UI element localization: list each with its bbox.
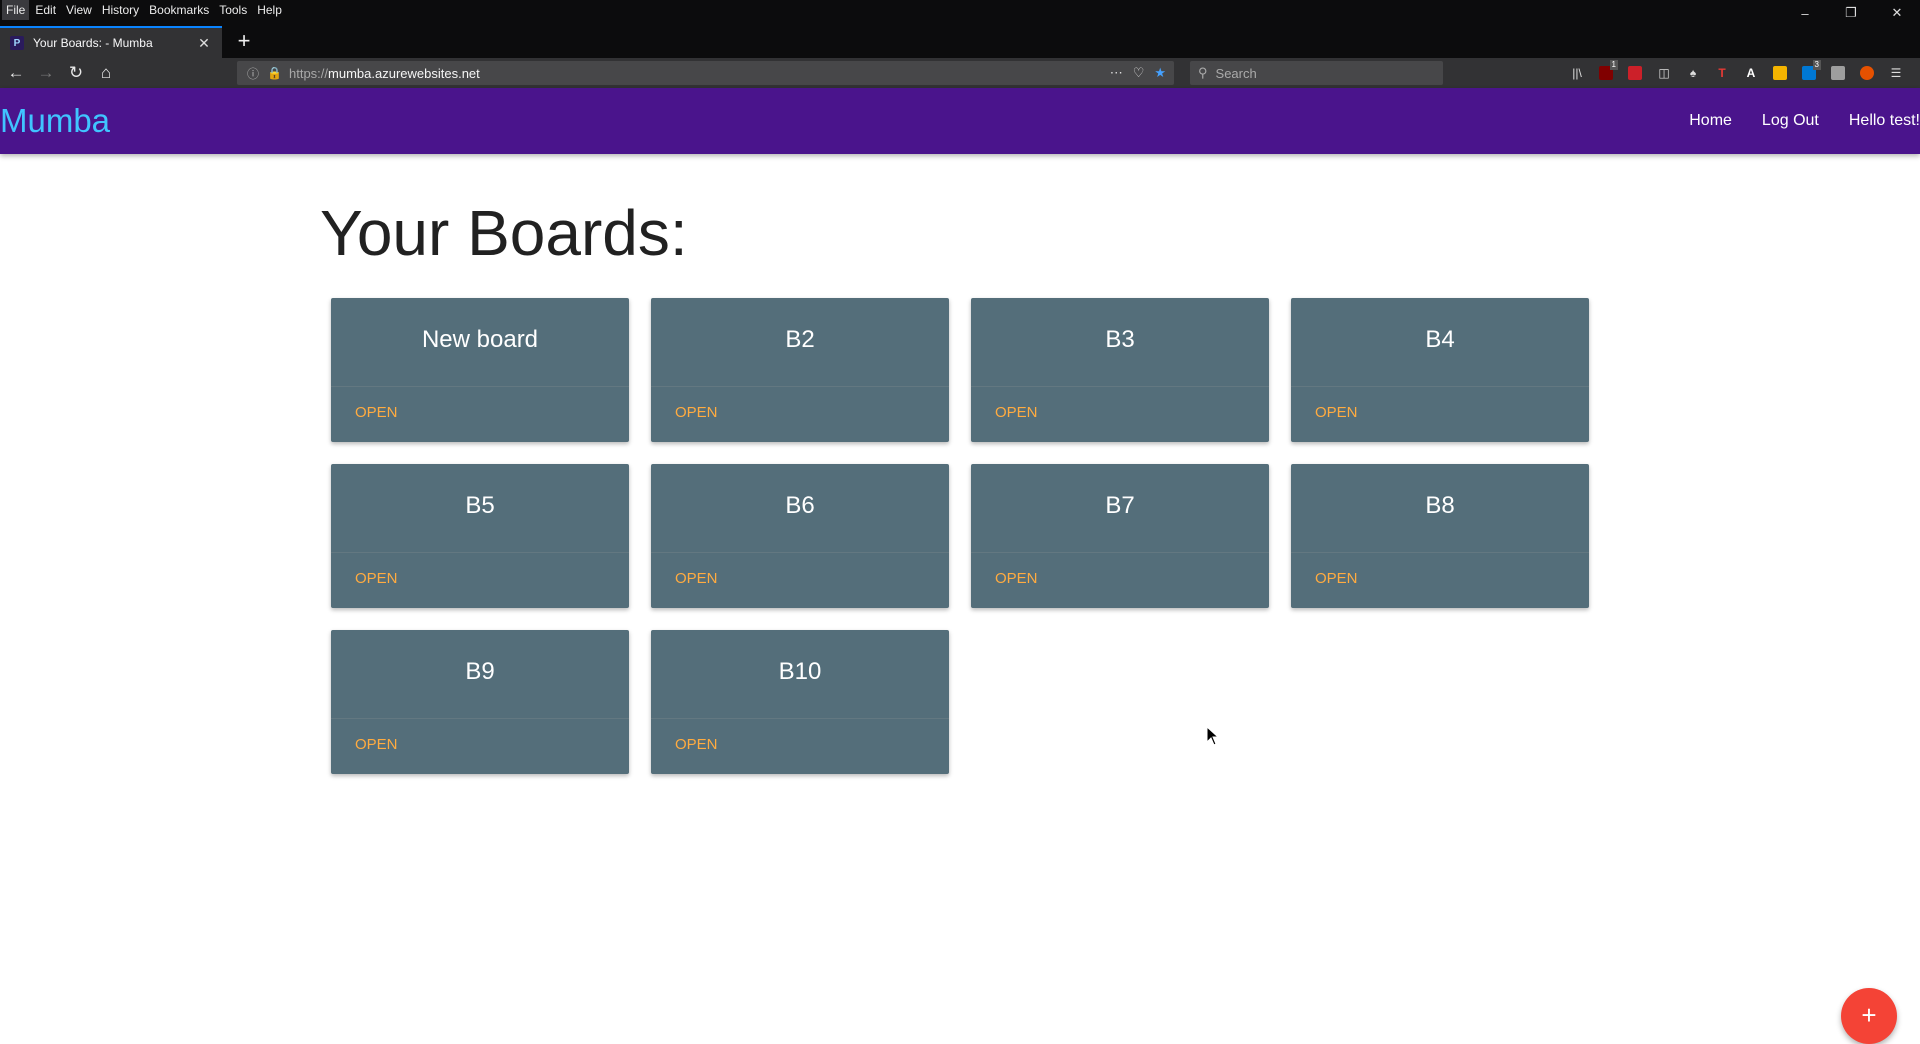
favicon-icon: P	[10, 36, 24, 50]
open-board-link[interactable]: OPEN	[355, 570, 398, 587]
ublock-icon[interactable]: 1	[1594, 60, 1618, 85]
reload-icon[interactable]: ↻	[62, 59, 90, 87]
board-title: B8	[1425, 492, 1455, 519]
tab-bar: P Your Boards: - Mumba ✕ +	[0, 20, 1920, 58]
lastpass-icon[interactable]	[1623, 61, 1647, 85]
menu-edit[interactable]: Edit	[31, 0, 60, 20]
board-title: B4	[1425, 326, 1455, 353]
grey-extension-icon[interactable]	[1826, 61, 1850, 85]
bookmark-star-icon[interactable]: ★	[1154, 65, 1166, 81]
board-title: B7	[1105, 492, 1135, 519]
open-board-link[interactable]: OPEN	[995, 404, 1038, 421]
search-icon: ⚲	[1198, 65, 1208, 80]
add-board-button[interactable]: +	[1841, 988, 1897, 1044]
card-action: OPEN	[971, 386, 1269, 442]
nav-home-link[interactable]: Home	[1674, 112, 1747, 130]
open-board-link[interactable]: OPEN	[995, 570, 1038, 587]
page-title: Your Boards:	[320, 197, 688, 269]
orange-extension-icon[interactable]	[1855, 61, 1879, 85]
new-tab-icon[interactable]: +	[231, 29, 257, 55]
board-title: B10	[778, 658, 822, 685]
menu-history[interactable]: History	[98, 0, 143, 20]
menu-bar: File Edit View History Bookmarks Tools H…	[0, 0, 1920, 20]
board-title: New board	[421, 326, 539, 353]
board-card: B6 OPEN	[651, 464, 949, 608]
card-action: OPEN	[651, 552, 949, 608]
board-card: B9 OPEN	[331, 630, 629, 774]
font-icon[interactable]: A	[1739, 61, 1763, 85]
search-input[interactable]: ⚲ Search	[1190, 61, 1443, 85]
lock-icon[interactable]: 🔒	[267, 66, 283, 80]
mouse-cursor-icon	[1206, 726, 1220, 746]
sidebar-icon[interactable]: ◫	[1652, 61, 1676, 85]
site-info-icon[interactable]: ⓘ	[247, 65, 263, 82]
open-board-link[interactable]: OPEN	[675, 736, 718, 753]
home-icon[interactable]: ⌂	[92, 59, 120, 87]
back-icon[interactable]: ←	[2, 59, 30, 87]
card-action: OPEN	[971, 552, 1269, 608]
card-action: OPEN	[331, 552, 629, 608]
board-card: B10 OPEN	[651, 630, 949, 774]
open-board-link[interactable]: OPEN	[675, 404, 718, 421]
tab-close-icon[interactable]: ✕	[196, 35, 212, 52]
card-action: OPEN	[1291, 552, 1589, 608]
board-title: B3	[1105, 326, 1135, 353]
card-action: OPEN	[651, 386, 949, 442]
page-actions-icon[interactable]: ⋯	[1110, 65, 1123, 81]
card-action: OPEN	[331, 386, 629, 442]
text-tool-icon[interactable]: T	[1710, 61, 1734, 85]
browser-tab[interactable]: P Your Boards: - Mumba ✕	[0, 26, 222, 58]
menu-help[interactable]: Help	[253, 0, 286, 20]
board-title: B6	[785, 492, 815, 519]
search-placeholder: Search	[1215, 65, 1257, 81]
nav-user-greeting[interactable]: Hello test!	[1834, 112, 1920, 130]
tab-title: Your Boards: - Mumba	[33, 36, 153, 50]
navigation-toolbar: ← → ↻ ⌂ ⓘ 🔒 https://mumba.azurewebsites.…	[0, 58, 1920, 88]
open-board-link[interactable]: OPEN	[355, 736, 398, 753]
board-title: B9	[465, 658, 495, 685]
card-action: OPEN	[331, 718, 629, 774]
nav-logout-link[interactable]: Log Out	[1747, 112, 1834, 130]
menu-tools[interactable]: Tools	[215, 0, 251, 20]
board-card: B7 OPEN	[971, 464, 1269, 608]
url-actions: ⋯ ♡ ★	[1110, 61, 1166, 85]
card-action: OPEN	[1291, 386, 1589, 442]
menu-file[interactable]: File	[2, 0, 30, 20]
brand-logo[interactable]: Mumba	[0, 102, 110, 140]
board-card: New board OPEN	[331, 298, 629, 442]
skype-icon[interactable]: 3	[1797, 60, 1821, 85]
hamburger-menu-icon[interactable]: ☰	[1884, 61, 1908, 85]
open-board-link[interactable]: OPEN	[1315, 570, 1358, 587]
open-board-link[interactable]: OPEN	[1315, 404, 1358, 421]
board-title: B2	[785, 326, 815, 353]
board-card: B8 OPEN	[1291, 464, 1589, 608]
extension-puzzle-icon[interactable]: ♠	[1681, 61, 1705, 85]
open-board-link[interactable]: OPEN	[355, 404, 398, 421]
url-host: mumba.azurewebsites.net	[328, 65, 480, 81]
board-title: B5	[465, 492, 495, 519]
url-bar[interactable]: ⓘ 🔒 https://mumba.azurewebsites.net ⋯ ♡ …	[237, 61, 1174, 85]
chart-extension-icon[interactable]	[1768, 61, 1792, 85]
card-action: OPEN	[651, 718, 949, 774]
forward-icon[interactable]: →	[32, 59, 60, 87]
library-icon[interactable]: ||\	[1565, 61, 1589, 85]
url-protocol: https://	[289, 65, 329, 81]
menu-view[interactable]: View	[62, 0, 96, 20]
app-navbar: Mumba Home Log Out Hello test!	[0, 88, 1920, 154]
pocket-icon[interactable]: ♡	[1133, 65, 1145, 81]
open-board-link[interactable]: OPEN	[675, 570, 718, 587]
nav-links: Home Log Out Hello test!	[1674, 88, 1920, 154]
extension-toolbar: ||\ 1 ◫ ♠ T A 3 ☰	[1565, 60, 1913, 86]
board-card: B4 OPEN	[1291, 298, 1589, 442]
menu-bookmarks[interactable]: Bookmarks	[145, 0, 213, 20]
board-card: B2 OPEN	[651, 298, 949, 442]
board-card: B3 OPEN	[971, 298, 1269, 442]
board-card: B5 OPEN	[331, 464, 629, 608]
